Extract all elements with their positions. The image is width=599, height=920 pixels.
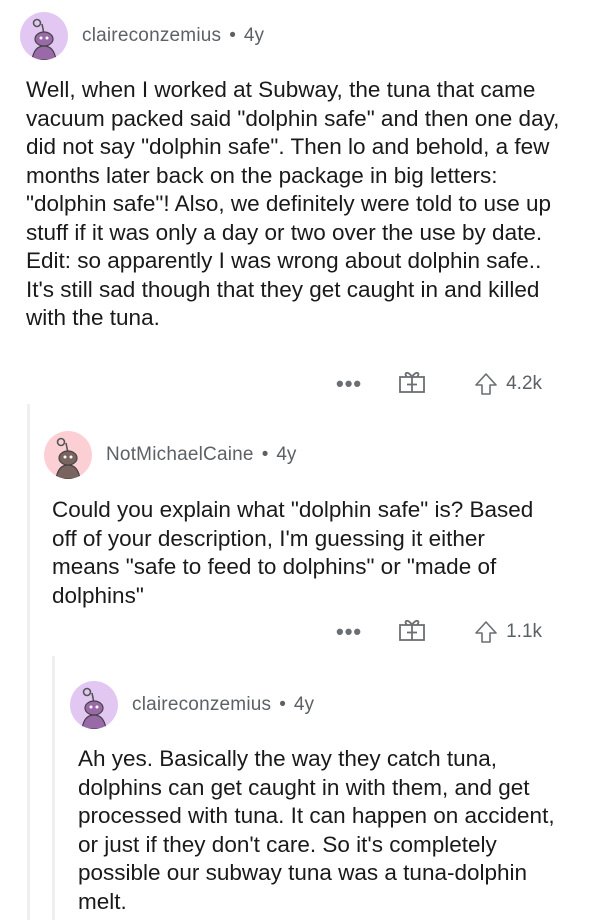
more-options-icon[interactable]: •••	[336, 371, 362, 397]
snoo-avatar-icon[interactable]	[70, 681, 118, 729]
comment-header: NotMichaelCaine • 4y	[44, 431, 296, 479]
upvote-button[interactable]: 1.1k	[474, 620, 542, 644]
comment-header: claireconzemius • 4y	[70, 681, 314, 729]
more-options-icon[interactable]: •••	[336, 619, 362, 645]
comment-body: Well, when I worked at Subway, the tuna …	[26, 77, 560, 330]
snoo-avatar-icon[interactable]	[20, 12, 68, 60]
comment-age: 4y	[293, 694, 314, 715]
comment-actions: ••• 1.1k	[336, 616, 542, 647]
username[interactable]: NotMichaelCaine	[106, 444, 254, 466]
upvote-button[interactable]: 4.2k	[474, 372, 542, 396]
vote-score: 1.1k	[506, 620, 543, 642]
thread-line[interactable]	[52, 656, 55, 920]
upvote-arrow-icon[interactable]	[474, 620, 498, 644]
comment-age: 4y	[276, 444, 297, 465]
separator-dot: •	[279, 694, 286, 715]
separator-dot: •	[261, 444, 269, 465]
separator-dot: •	[229, 25, 236, 46]
gift-award-icon[interactable]	[398, 368, 426, 399]
thread-line[interactable]	[27, 404, 30, 920]
comment-header: claireconzemius • 4y	[20, 12, 264, 60]
gift-award-icon[interactable]	[398, 616, 426, 647]
comment-age: 4y	[243, 25, 264, 46]
username[interactable]: claireconzemius	[82, 25, 221, 47]
comment-actions: ••• 4.2k	[336, 368, 542, 399]
comment-body: Could you explain what "dolphin safe" is…	[52, 497, 534, 608]
snoo-avatar-icon[interactable]	[44, 431, 92, 479]
username[interactable]: claireconzemius	[132, 694, 271, 716]
comment-body: Ah yes. Basically the way they catch tun…	[78, 746, 555, 914]
vote-score: 4.2k	[506, 372, 543, 394]
upvote-arrow-icon[interactable]	[474, 372, 498, 396]
